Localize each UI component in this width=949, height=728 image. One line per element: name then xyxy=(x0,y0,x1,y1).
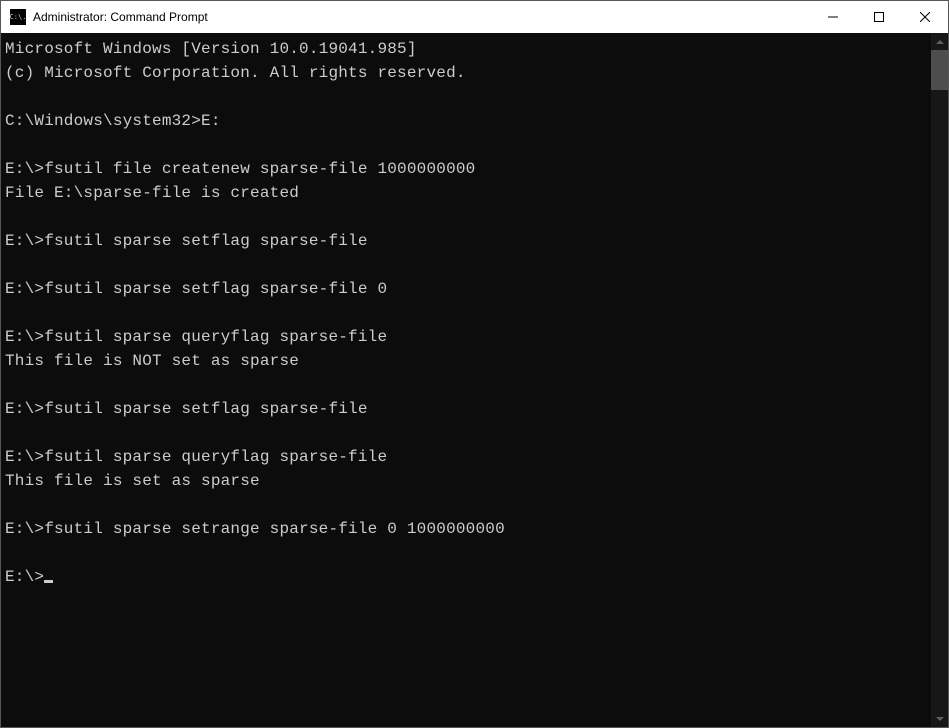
terminal-line: E:\>fsutil sparse setflag sparse-file xyxy=(5,229,931,253)
scroll-down-arrow-icon[interactable] xyxy=(931,710,948,727)
terminal-line: This file is NOT set as sparse xyxy=(5,349,931,373)
close-icon xyxy=(920,12,930,22)
terminal-line xyxy=(5,253,931,277)
cmd-icon: C:\. xyxy=(10,9,26,25)
vertical-scrollbar[interactable] xyxy=(931,33,948,727)
terminal-wrapper: Microsoft Windows [Version 10.0.19041.98… xyxy=(1,33,948,727)
terminal-line xyxy=(5,421,931,445)
cursor-icon xyxy=(44,580,53,583)
terminal-line xyxy=(5,85,931,109)
window-frame: C:\. Administrator: Command Prompt Micro… xyxy=(0,0,949,728)
terminal-line: E:\>fsutil sparse setrange sparse-file 0… xyxy=(5,517,931,541)
terminal-line: E:\>fsutil sparse setflag sparse-file 0 xyxy=(5,277,931,301)
close-button[interactable] xyxy=(902,1,948,33)
window-controls xyxy=(810,1,948,33)
terminal-line xyxy=(5,133,931,157)
terminal-line: E:\>fsutil sparse queryflag sparse-file xyxy=(5,445,931,469)
minimize-icon xyxy=(828,12,838,22)
terminal-line xyxy=(5,373,931,397)
maximize-icon xyxy=(874,12,884,22)
terminal-output[interactable]: Microsoft Windows [Version 10.0.19041.98… xyxy=(1,33,931,727)
terminal-line: C:\Windows\system32>E: xyxy=(5,109,931,133)
terminal-line: This file is set as sparse xyxy=(5,469,931,493)
scroll-up-arrow-icon[interactable] xyxy=(931,33,948,50)
window-title: Administrator: Command Prompt xyxy=(33,10,810,24)
terminal-line: Microsoft Windows [Version 10.0.19041.98… xyxy=(5,37,931,61)
terminal-line: E:\>fsutil sparse queryflag sparse-file xyxy=(5,325,931,349)
terminal-line: File E:\sparse-file is created xyxy=(5,181,931,205)
terminal-line xyxy=(5,493,931,517)
terminal-line: E:\>fsutil sparse setflag sparse-file xyxy=(5,397,931,421)
terminal-line: E:\>fsutil file createnew sparse-file 10… xyxy=(5,157,931,181)
terminal-line xyxy=(5,301,931,325)
scroll-thumb[interactable] xyxy=(931,50,948,90)
terminal-line: (c) Microsoft Corporation. All rights re… xyxy=(5,61,931,85)
terminal-line: E:\> xyxy=(5,565,931,589)
titlebar[interactable]: C:\. Administrator: Command Prompt xyxy=(1,1,948,33)
terminal-line xyxy=(5,205,931,229)
terminal-line xyxy=(5,541,931,565)
maximize-button[interactable] xyxy=(856,1,902,33)
minimize-button[interactable] xyxy=(810,1,856,33)
